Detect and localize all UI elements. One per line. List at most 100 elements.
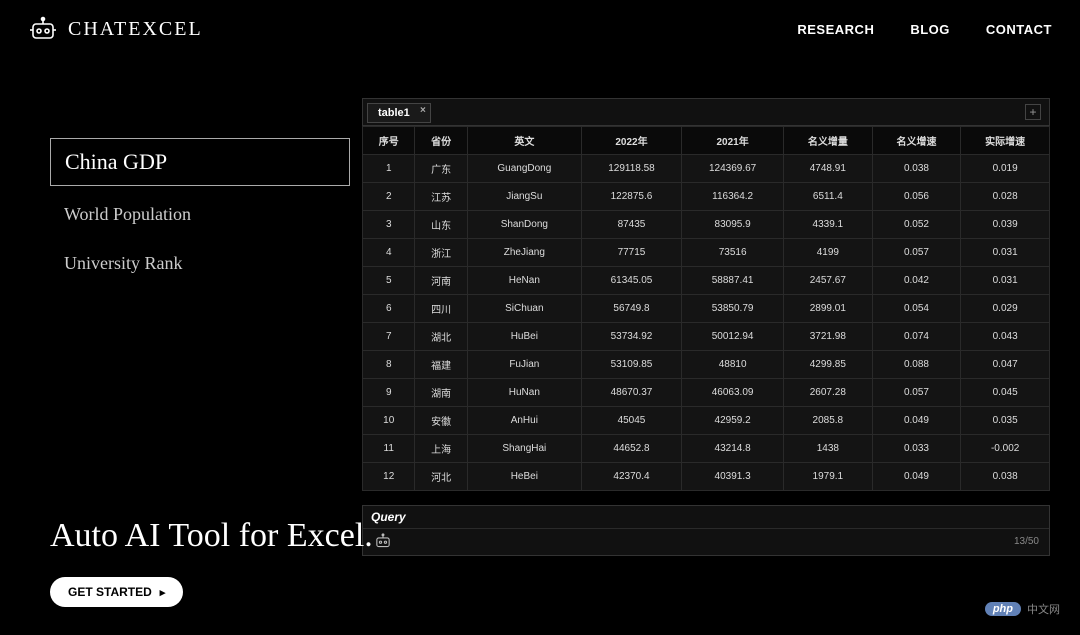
table-cell: 0.043 bbox=[961, 323, 1050, 351]
column-header[interactable]: 序号 bbox=[363, 127, 415, 155]
table-row[interactable]: 9湖南HuNan48670.3746063.092607.280.0570.04… bbox=[363, 379, 1050, 407]
table-cell: 4199 bbox=[784, 239, 873, 267]
table-cell: 1979.1 bbox=[784, 463, 873, 491]
table-row[interactable]: 2江苏JiangSu122875.6116364.26511.40.0560.0… bbox=[363, 183, 1050, 211]
table-cell: 9 bbox=[363, 379, 415, 407]
table-cell: 浙江 bbox=[415, 239, 467, 267]
table-cell: 0.057 bbox=[872, 379, 961, 407]
table-cell: 50012.94 bbox=[682, 323, 784, 351]
table-row[interactable]: 12河北HeBei42370.440391.31979.10.0490.038 bbox=[363, 463, 1050, 491]
table-cell: 40391.3 bbox=[682, 463, 784, 491]
table-cell: 6 bbox=[363, 295, 415, 323]
table-cell: 43214.8 bbox=[682, 435, 784, 463]
table-row[interactable]: 7湖北HuBei53734.9250012.943721.980.0740.04… bbox=[363, 323, 1050, 351]
table-cell: 4339.1 bbox=[784, 211, 873, 239]
table-cell: 0.035 bbox=[961, 407, 1050, 435]
table-cell: 0.028 bbox=[961, 183, 1050, 211]
table-cell: 10 bbox=[363, 407, 415, 435]
table-cell: 116364.2 bbox=[682, 183, 784, 211]
nav-contact[interactable]: CONTACT bbox=[986, 22, 1052, 37]
table-cell: JiangSu bbox=[467, 183, 581, 211]
bottom-section: Auto AI Tool for Excel. GET STARTED ▸ bbox=[50, 517, 373, 607]
table-cell: 42370.4 bbox=[581, 463, 681, 491]
table-cell: 77715 bbox=[581, 239, 681, 267]
table-cell: 56749.8 bbox=[581, 295, 681, 323]
table-cell: 5 bbox=[363, 267, 415, 295]
table-cell: 0.042 bbox=[872, 267, 961, 295]
table-cell: -0.002 bbox=[961, 435, 1050, 463]
table-cell: 0.047 bbox=[961, 351, 1050, 379]
query-input[interactable]: 13/50 bbox=[363, 529, 1049, 555]
watermark-text: 中文网 bbox=[1027, 601, 1060, 617]
sidebar-item-label: University Rank bbox=[64, 253, 183, 273]
table-row[interactable]: 3山东ShanDong8743583095.94339.10.0520.039 bbox=[363, 211, 1050, 239]
sidebar-item-world-population[interactable]: World Population bbox=[50, 194, 350, 235]
table-cell: 山东 bbox=[415, 211, 467, 239]
table-cell: 129118.58 bbox=[581, 155, 681, 183]
table-row[interactable]: 8福建FuJian53109.85488104299.850.0880.047 bbox=[363, 351, 1050, 379]
add-tab-button[interactable]: + bbox=[1025, 104, 1041, 120]
table-cell: 73516 bbox=[682, 239, 784, 267]
table-cell: 0.049 bbox=[872, 407, 961, 435]
get-started-button[interactable]: GET STARTED ▸ bbox=[50, 577, 183, 607]
column-header[interactable]: 2021年 bbox=[682, 127, 784, 155]
tab-table1[interactable]: table1 × bbox=[367, 103, 431, 123]
table-cell: 2899.01 bbox=[784, 295, 873, 323]
table-cell: 48670.37 bbox=[581, 379, 681, 407]
column-header[interactable]: 英文 bbox=[467, 127, 581, 155]
table-cell: 1438 bbox=[784, 435, 873, 463]
table-cell: 7 bbox=[363, 323, 415, 351]
nav-research[interactable]: RESEARCH bbox=[797, 22, 874, 37]
nav-blog[interactable]: BLOG bbox=[910, 22, 950, 37]
table-row[interactable]: 1广东GuangDong129118.58124369.674748.910.0… bbox=[363, 155, 1050, 183]
table-cell: 1 bbox=[363, 155, 415, 183]
header: CHATEXCEL RESEARCH BLOG CONTACT bbox=[0, 0, 1080, 58]
column-header[interactable]: 名义增量 bbox=[784, 127, 873, 155]
robot-icon bbox=[373, 533, 393, 549]
table-cell: 上海 bbox=[415, 435, 467, 463]
sidebar-item-china-gdp[interactable]: China GDP bbox=[50, 138, 350, 186]
table-cell: 0.038 bbox=[872, 155, 961, 183]
table-cell: 4748.91 bbox=[784, 155, 873, 183]
table-cell: 0.039 bbox=[961, 211, 1050, 239]
table-cell: 2 bbox=[363, 183, 415, 211]
table-cell: 58887.41 bbox=[682, 267, 784, 295]
table-cell: 45045 bbox=[581, 407, 681, 435]
logo[interactable]: CHATEXCEL bbox=[28, 16, 203, 42]
table-body: 1广东GuangDong129118.58124369.674748.910.0… bbox=[363, 155, 1050, 491]
table-cell: 2085.8 bbox=[784, 407, 873, 435]
query-label: Query bbox=[363, 506, 1049, 529]
table-row[interactable]: 4浙江ZheJiang777157351641990.0570.031 bbox=[363, 239, 1050, 267]
table-row[interactable]: 6四川SiChuan56749.853850.792899.010.0540.0… bbox=[363, 295, 1050, 323]
data-table: 序号省份英文2022年2021年名义增量名义增速实际增速 1广东GuangDon… bbox=[362, 126, 1050, 491]
arrow-right-icon: ▸ bbox=[160, 586, 166, 599]
table-cell: 46063.09 bbox=[682, 379, 784, 407]
table-cell: 61345.05 bbox=[581, 267, 681, 295]
table-cell: 3721.98 bbox=[784, 323, 873, 351]
table-cell: 4299.85 bbox=[784, 351, 873, 379]
table-cell: 11 bbox=[363, 435, 415, 463]
sidebar-item-university-rank[interactable]: University Rank bbox=[50, 243, 350, 284]
table-cell: 0.038 bbox=[961, 463, 1050, 491]
table-cell: 0.088 bbox=[872, 351, 961, 379]
column-header[interactable]: 实际增速 bbox=[961, 127, 1050, 155]
table-row[interactable]: 11上海ShangHai44652.843214.814380.033-0.00… bbox=[363, 435, 1050, 463]
table-cell: 0.074 bbox=[872, 323, 961, 351]
column-header[interactable]: 2022年 bbox=[581, 127, 681, 155]
sidebar-item-label: China GDP bbox=[65, 149, 167, 174]
close-icon[interactable]: × bbox=[420, 105, 426, 116]
column-header[interactable]: 省份 bbox=[415, 127, 467, 155]
table-cell: GuangDong bbox=[467, 155, 581, 183]
main-nav: RESEARCH BLOG CONTACT bbox=[797, 22, 1052, 37]
cta-label: GET STARTED bbox=[68, 585, 152, 599]
table-row[interactable]: 10安徽AnHui4504542959.22085.80.0490.035 bbox=[363, 407, 1050, 435]
tab-label: table1 bbox=[378, 107, 410, 119]
table-cell: 87435 bbox=[581, 211, 681, 239]
column-header[interactable]: 名义增速 bbox=[872, 127, 961, 155]
table-cell: 53850.79 bbox=[682, 295, 784, 323]
table-row[interactable]: 5河南HeNan61345.0558887.412457.670.0420.03… bbox=[363, 267, 1050, 295]
query-box: Query 13/50 bbox=[362, 505, 1050, 556]
table-cell: 124369.67 bbox=[682, 155, 784, 183]
table-cell: 12 bbox=[363, 463, 415, 491]
table-cell: 江苏 bbox=[415, 183, 467, 211]
